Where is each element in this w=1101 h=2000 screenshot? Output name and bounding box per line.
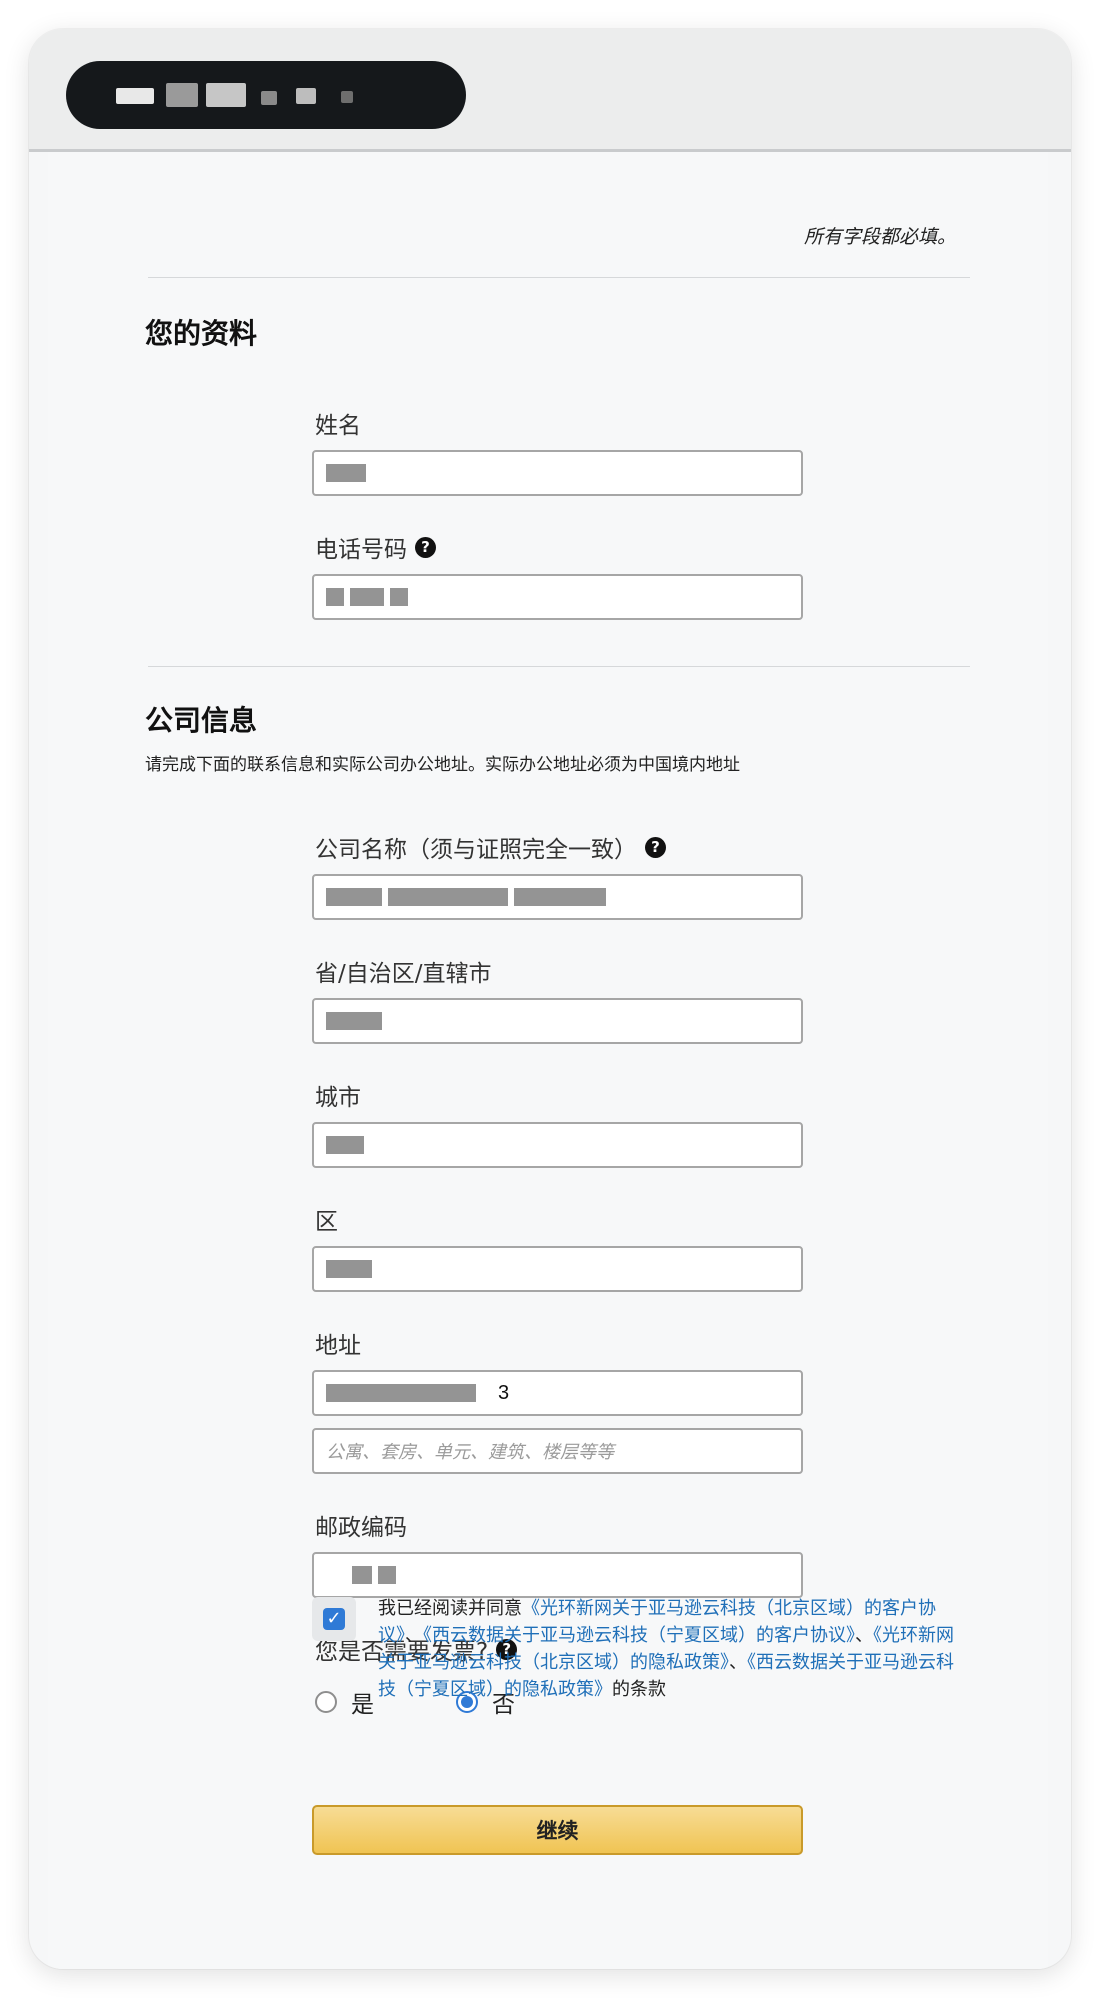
redacted-value <box>390 588 408 606</box>
invoice-option-yes[interactable]: 是 <box>315 1685 374 1719</box>
divider <box>148 277 970 278</box>
section-title-company: 公司信息 <box>145 704 258 737</box>
browser-toolbar <box>29 29 1071 152</box>
province-label: 省/自治区/直辖市 <box>315 961 492 987</box>
redacted-value <box>326 888 382 906</box>
city-label: 城市 <box>315 1085 361 1111</box>
company-name-label: 公司名称（须与证照完全一致） ? <box>315 830 666 864</box>
agreement-checkbox-wrap[interactable]: ✓ <box>312 1597 356 1641</box>
company-description: 请完成下面的联系信息和实际公司办公地址。实际办公地址必须为中国境内地址 <box>145 755 740 775</box>
continue-button[interactable]: 继续 <box>312 1805 803 1855</box>
name-label: 姓名 <box>315 413 361 439</box>
phone-label: 电话号码 ? <box>315 530 436 564</box>
redacted-value <box>326 1136 364 1154</box>
redacted-text <box>206 83 246 107</box>
district-label: 区 <box>315 1209 338 1235</box>
redacted-value <box>514 888 606 906</box>
invoice-yes-radio[interactable] <box>315 1691 337 1713</box>
redacted-value <box>326 588 344 606</box>
redacted-value <box>388 888 508 906</box>
redacted-value <box>326 1260 372 1278</box>
phone-input[interactable] <box>312 574 803 620</box>
postal-code-input[interactable] <box>312 1552 803 1598</box>
help-icon[interactable]: ? <box>645 836 666 858</box>
address-line1-input[interactable]: 3 <box>312 1370 803 1416</box>
postal-code-label: 邮政编码 <box>315 1515 407 1541</box>
redacted-value <box>326 1384 476 1402</box>
district-input[interactable] <box>312 1246 803 1292</box>
agreement-text: 我已经阅读并同意《光环新网关于亚马逊云科技（北京区域）的客户协议》、《西云数据关… <box>378 1598 954 1700</box>
city-input[interactable] <box>312 1122 803 1168</box>
redacted-text <box>341 91 353 103</box>
redacted-value <box>326 464 366 482</box>
redacted-text <box>166 83 198 107</box>
agreement-link-ningxia-customer[interactable]: 《西云数据关于亚马逊云科技（宁夏区域）的客户协议》 <box>423 1625 855 1646</box>
required-note: 所有字段都必填。 <box>803 226 956 248</box>
divider <box>148 666 970 667</box>
redacted-value <box>326 1012 382 1030</box>
name-input[interactable] <box>312 450 803 496</box>
browser-window: 所有字段都必填。 您的资料 姓名 电话号码 ? 公司信息 请完成下面的联系信息和… <box>29 29 1071 1969</box>
province-input[interactable] <box>312 998 803 1044</box>
address-label: 地址 <box>315 1333 361 1359</box>
address-line2-input[interactable]: 公寓、套房、单元、建筑、楼层等等 <box>312 1428 803 1474</box>
agreement-checkbox[interactable]: ✓ <box>323 1608 345 1630</box>
redacted-value <box>350 588 384 606</box>
redacted-value <box>352 1566 372 1584</box>
help-icon[interactable]: ? <box>415 536 436 558</box>
redacted-text <box>296 88 316 104</box>
company-name-input[interactable] <box>312 874 803 920</box>
redacted-text <box>116 88 154 104</box>
redacted-value <box>378 1566 396 1584</box>
checkmark-icon: ✓ <box>326 1608 342 1629</box>
address-bar[interactable] <box>66 61 466 129</box>
signup-form: 所有字段都必填。 您的资料 姓名 电话号码 ? 公司信息 请完成下面的联系信息和… <box>48 152 1048 1969</box>
section-title-profile: 您的资料 <box>145 317 258 350</box>
redacted-text <box>261 91 277 105</box>
